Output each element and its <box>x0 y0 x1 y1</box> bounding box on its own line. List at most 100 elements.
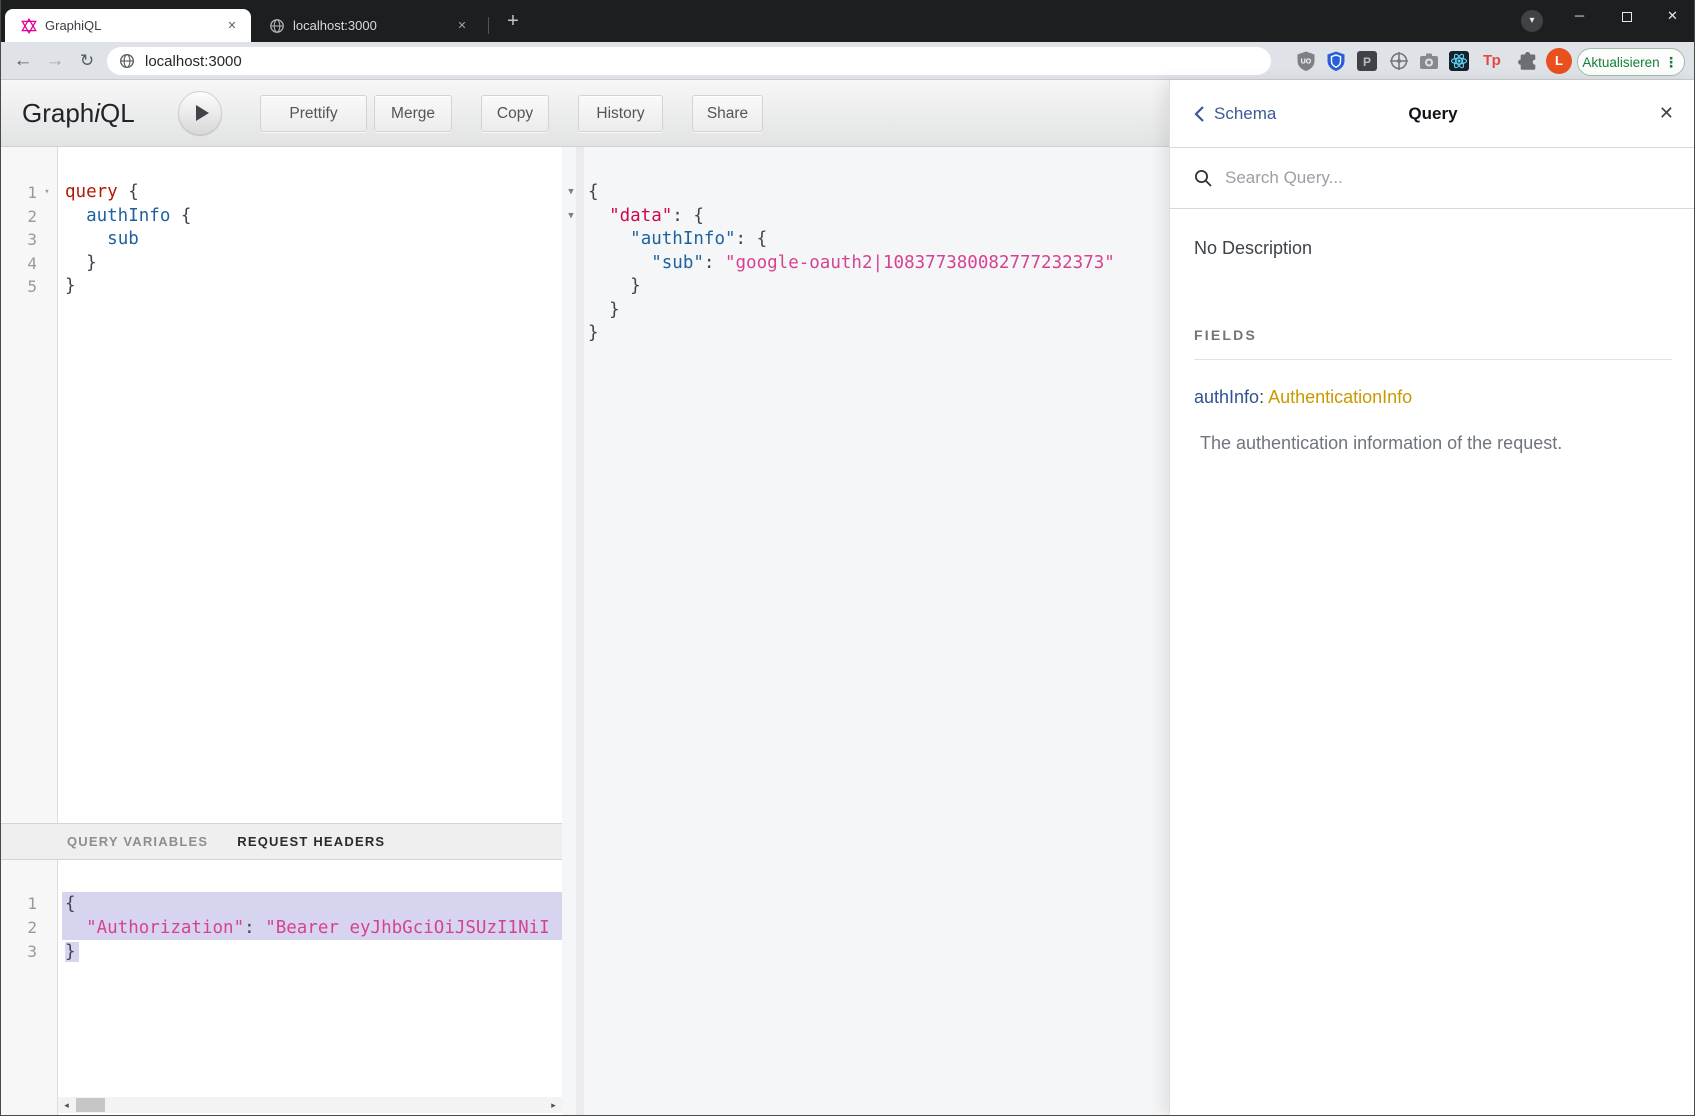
query-editor-content: query { authInfo { sub }} <box>59 147 562 823</box>
code-line: } <box>588 299 1169 323</box>
code-line: "sub": "google-oauth2|108377380082777232… <box>588 252 1169 276</box>
code-line: } <box>588 322 1169 346</box>
code-line: query { <box>65 181 562 205</box>
merge-button[interactable]: Merge <box>374 95 452 132</box>
browser-titlebar: GraphiQL ✕ localhost:3000 ✕ + ▾ ─ ✕ <box>1 0 1694 42</box>
doc-back-link[interactable]: Schema <box>1194 104 1276 124</box>
code-line: } <box>65 252 562 276</box>
chrome-caret-down-icon[interactable]: ▾ <box>1521 10 1543 32</box>
scrollbar-left-arrow-icon[interactable]: ◂ <box>58 1097 75 1113</box>
svg-text:P: P <box>1363 55 1371 69</box>
line-number: 3 <box>1 940 37 964</box>
graphiql-topbar: GraphiQL PrettifyMerge Copy History Share <box>1 80 1169 147</box>
forward-button[interactable]: → <box>41 47 69 75</box>
browser-tab-localhost[interactable]: localhost:3000 ✕ <box>253 9 481 42</box>
browser-tab-graphiql[interactable]: GraphiQL ✕ <box>5 9 251 42</box>
update-label: Aktualisieren <box>1578 55 1664 70</box>
code-line: } <box>65 940 562 964</box>
react-devtools-icon[interactable] <box>1448 50 1470 72</box>
window-minimize-button[interactable]: ─ <box>1557 0 1602 33</box>
screenshot-camera-icon[interactable] <box>1418 50 1440 72</box>
request-headers-editor[interactable]: 123 { "Authorization": "Bearer eyJhbGciO… <box>1 860 562 1115</box>
execute-query-button[interactable] <box>178 91 222 135</box>
tab-close-icon[interactable]: ✕ <box>453 17 471 35</box>
doc-search-input[interactable] <box>1223 167 1672 189</box>
gutter-line: 3 <box>1 228 57 252</box>
field-name-link[interactable]: authInfo <box>1194 387 1259 407</box>
type-description: No Description <box>1194 238 1672 259</box>
tab-separator <box>488 17 489 34</box>
graphiql-logo: GraphiQL <box>22 80 135 146</box>
tp-extension-icon[interactable]: Tp <box>1483 50 1505 72</box>
extensions-puzzle-icon[interactable] <box>1517 50 1539 72</box>
doc-explorer-header: Schema Query ✕ <box>1170 80 1695 148</box>
fold-spacer <box>37 252 57 276</box>
gutter-line: 5 <box>1 275 57 299</box>
tab-request-headers[interactable]: REQUEST HEADERS <box>237 834 385 849</box>
profile-avatar[interactable]: L <box>1546 48 1572 74</box>
code-line: authInfo { <box>65 205 562 229</box>
doc-back-label: Schema <box>1214 104 1276 124</box>
tab-query-variables[interactable]: QUERY VARIABLES <box>67 834 208 849</box>
fold-arrow-icon[interactable]: ▾ <box>37 181 57 205</box>
field-description: The authentication information of the re… <box>1200 433 1672 454</box>
address-url[interactable]: localhost:3000 <box>145 53 242 70</box>
scrollbar-thumb[interactable] <box>76 1098 105 1112</box>
window-close-button[interactable]: ✕ <box>1650 0 1695 33</box>
copy-button[interactable]: Copy <box>481 95 549 132</box>
svg-text:UO: UO <box>1301 59 1312 66</box>
scrollbar-right-arrow-icon[interactable]: ▸ <box>545 1097 562 1113</box>
line-number: 4 <box>1 252 37 276</box>
move-target-icon[interactable] <box>1388 50 1410 72</box>
share-button[interactable]: Share <box>692 95 763 132</box>
doc-explorer-panel: Schema Query ✕ No Description FIELDS aut… <box>1169 80 1695 1116</box>
chrome-update-button[interactable]: Aktualisieren ⋮ <box>1577 48 1685 76</box>
fields-heading: FIELDS <box>1194 327 1672 360</box>
code-line: "authInfo": { <box>588 228 1169 252</box>
code-line: sub <box>65 228 562 252</box>
code-line: "Authorization": "Bearer eyJhbGciOiJSUzI… <box>65 916 562 940</box>
line-number: 5 <box>1 275 37 299</box>
search-icon <box>1194 169 1213 188</box>
line-number: 2 <box>1 205 37 229</box>
gutter-line: 2 <box>1 205 57 229</box>
new-tab-button[interactable]: + <box>498 9 528 35</box>
line-number: 2 <box>1 916 37 940</box>
reload-button[interactable]: ↻ <box>73 47 101 75</box>
gutter-line: 1▾ <box>1 181 57 205</box>
doc-close-icon[interactable]: ✕ <box>1659 103 1674 124</box>
field-type-link[interactable]: AuthenticationInfo <box>1268 387 1412 407</box>
fold-spacer <box>37 205 57 229</box>
gutter-line: 2 <box>1 916 57 940</box>
line-number: 3 <box>1 228 37 252</box>
line-number: 1 <box>1 181 37 205</box>
code-line: } <box>588 275 1169 299</box>
result-pane: ▼▼ { "data": { "authInfo": { "sub": "goo… <box>562 147 1169 1115</box>
doc-field-row: authInfo: AuthenticationInfo <box>1194 387 1672 408</box>
play-icon <box>196 105 209 121</box>
fold-spacer <box>37 940 57 964</box>
line-number: 1 <box>1 892 37 916</box>
ublock-origin-icon[interactable]: UO <box>1295 50 1317 72</box>
tab-title: localhost:3000 <box>293 18 453 33</box>
code-line: } <box>65 275 562 299</box>
fold-spacer <box>37 892 57 916</box>
code-line: { <box>65 892 562 916</box>
history-button[interactable]: History <box>578 95 663 132</box>
gutter-line: 1 <box>1 892 57 916</box>
site-globe-icon[interactable] <box>119 53 135 69</box>
tab-close-icon[interactable]: ✕ <box>223 17 241 35</box>
selection-highlight <box>62 892 562 916</box>
result-content: { "data": { "authInfo": { "sub": "google… <box>562 147 1169 1115</box>
prettify-button[interactable]: Prettify <box>260 95 367 132</box>
window-maximize-button[interactable] <box>1604 0 1649 33</box>
p-extension-icon[interactable]: P <box>1356 50 1378 72</box>
back-button[interactable]: ← <box>9 47 37 75</box>
query-editor[interactable]: 1▾2345 query { authInfo { sub }} <box>1 147 562 823</box>
bitwarden-icon[interactable] <box>1325 50 1347 72</box>
graphql-logo-icon <box>21 18 37 34</box>
browser-menu-dots-icon[interactable]: ⋮ <box>1664 54 1680 71</box>
tab-title: GraphiQL <box>45 18 223 33</box>
address-bar[interactable]: localhost:3000 <box>107 47 1271 75</box>
horizontal-scrollbar[interactable]: ◂ ▸ <box>58 1097 562 1113</box>
